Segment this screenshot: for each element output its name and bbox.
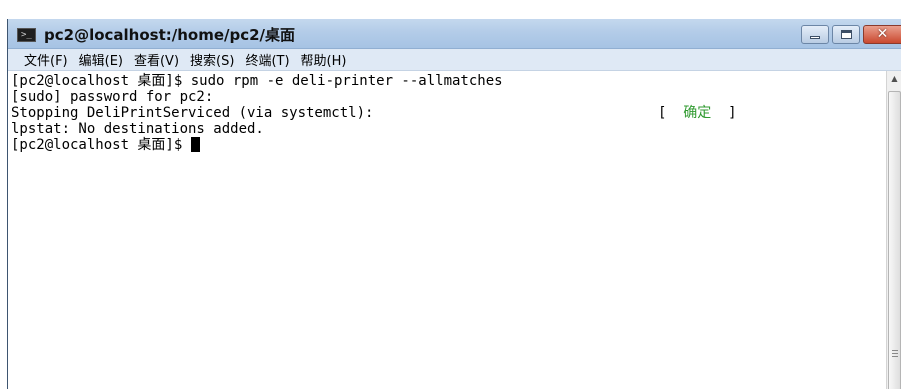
menu-bar: 文件(F) 编辑(E) 查看(V) 搜索(S) 终端(T) 帮助(H)	[8, 49, 901, 71]
terminal-output[interactable]: [pc2@localhost 桌面]$ sudo rpm -e deli-pri…	[8, 71, 886, 389]
menu-view[interactable]: 查看(V)	[134, 50, 179, 69]
menu-terminal[interactable]: 终端(T)	[245, 50, 289, 69]
vertical-scrollbar[interactable]: ▲	[886, 71, 901, 389]
minimize-button[interactable]	[801, 25, 829, 44]
status-bracket-close: ]	[719, 105, 737, 121]
close-icon: ✕	[876, 26, 889, 42]
terminal-line: lpstat: No destinations added.	[11, 121, 264, 137]
minimize-icon	[810, 36, 820, 39]
terminal-line: [pc2@localhost 桌面]$ sudo rpm -e deli-pri…	[11, 73, 503, 89]
terminal-prompt-line[interactable]: [pc2@localhost 桌面]$	[11, 137, 886, 153]
scrollbar-thumb[interactable]	[888, 91, 901, 389]
terminal-prompt: [pc2@localhost 桌面]$	[11, 137, 191, 153]
maximize-button[interactable]	[832, 25, 860, 44]
terminal-window: >_ pc2@localhost:/home/pc2/桌面 ✕ 文件(F) 编辑…	[7, 19, 901, 389]
menu-help[interactable]: 帮助(H)	[301, 50, 347, 69]
grip-icon	[892, 350, 898, 357]
status-bracket-open: [	[658, 105, 675, 121]
text-cursor	[190, 137, 200, 152]
close-button[interactable]: ✕	[863, 25, 901, 44]
terminal-icon: >_	[17, 28, 36, 42]
menu-edit[interactable]: 编辑(E)	[79, 50, 123, 69]
status-indicator: [ 确定 ]	[658, 105, 737, 121]
maximize-icon	[841, 30, 852, 39]
status-ok-text: 确定	[674, 105, 720, 121]
menu-file[interactable]: 文件(F)	[24, 50, 68, 69]
terminal-line: Stopping DeliPrintServiced (via systemct…	[11, 105, 374, 121]
menu-search[interactable]: 搜索(S)	[190, 50, 234, 69]
title-bar[interactable]: >_ pc2@localhost:/home/pc2/桌面 ✕	[8, 19, 901, 49]
terminal-line: [sudo] password for pc2:	[11, 89, 214, 105]
window-title: pc2@localhost:/home/pc2/桌面	[44, 26, 296, 44]
scroll-up-arrow-icon[interactable]: ▲	[887, 71, 901, 87]
